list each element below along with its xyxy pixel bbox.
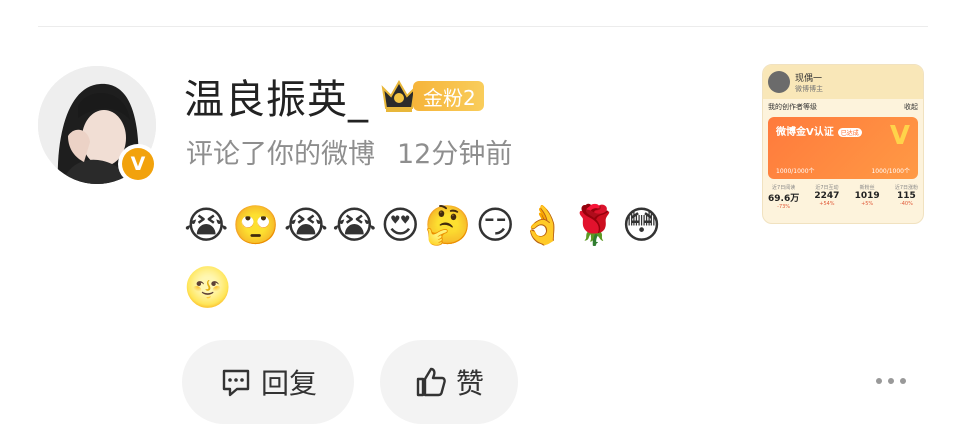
thumb-section-toggle: 收起 [904, 103, 918, 111]
comment-meta: 评论了你的微博 12分钟前 [186, 132, 512, 171]
emoji-line-1: 😭 🙄 😭 😭 😍 🤔 😏 👌 🌹 😳 [184, 202, 661, 248]
thumb-stat: 新粉丝 1019 +5% [854, 185, 880, 207]
loudly-crying-emoji: 😭 [184, 203, 229, 247]
thumb-stat: 近7日互动 2247 +54% [814, 185, 840, 207]
thumb-section: 我的创作者等级 收起 [763, 99, 923, 115]
more-options-icon[interactable] [876, 378, 906, 384]
thumb-gold-v-card: 微博金V认证 已达成 V 1000/1000个 1000/1000个 [768, 117, 918, 179]
comment-bubble-icon [222, 369, 250, 397]
eye-roll-emoji: 🙄 [232, 203, 280, 247]
comment-time: 12分钟前 [397, 139, 513, 170]
rose-emoji: 🌹 [570, 203, 618, 247]
thumb-stat: 近7日阅读 69.6万 -73% [768, 185, 800, 210]
verified-badge: V [118, 144, 158, 184]
verified-v-icon: V [122, 148, 154, 180]
fan-level-badge[interactable]: 金粉2 [413, 81, 484, 111]
comment-header: 温良振英_ 金粉2 [184, 67, 484, 125]
ok-hand-emoji: 👌 [519, 203, 567, 247]
heart-eyes-emoji: 😍 [380, 203, 421, 247]
like-button[interactable]: 赞 [380, 340, 518, 424]
reply-label: 回复 [260, 367, 317, 400]
attached-image-thumbnail[interactable]: 现偶一 微博博主 我的创作者等级 收起 微博金V认证 已达成 V 1000/100… [762, 64, 924, 224]
loudly-crying-emoji: 😭 [283, 203, 329, 247]
thumb-avatar [768, 71, 790, 93]
moon-face-emoji: 🌝 [184, 265, 232, 309]
like-label: 赞 [455, 367, 484, 400]
thumb-header: 现偶一 微博博主 [763, 65, 923, 99]
thumb-card-stat-left: 1000/1000个 [776, 168, 815, 175]
thumb-subtitle: 微博博主 [795, 84, 823, 93]
thumb-card-stat-right: 1000/1000个 [871, 168, 910, 175]
reply-button[interactable]: 回复 [182, 340, 354, 424]
emoji-line-2: 🌝 [184, 264, 231, 310]
username[interactable]: 温良振英_ [184, 67, 369, 125]
thumb-section-title: 我的创作者等级 [768, 103, 817, 111]
flushed-emoji: 😳 [621, 203, 662, 247]
loudly-crying-emoji: 😭 [332, 203, 377, 247]
thumb-stats: 近7日阅读 69.6万 -73% 近7日互动 2247 +54% 新粉丝 101… [763, 181, 923, 213]
thumb-username: 现偶一 [795, 73, 823, 84]
thumb-v-logo: V [889, 121, 910, 151]
thumb-card-title: 微博金V认证 [776, 127, 834, 138]
top-divider [38, 26, 928, 27]
comment-action-text: 评论了你的微博 [186, 139, 375, 170]
thumbs-up-icon [416, 367, 446, 397]
thumb-card-tag: 已达成 [837, 128, 862, 137]
smirk-emoji: 😏 [475, 203, 516, 247]
thumb-stat: 近7日涨粉 115 -40% [894, 185, 918, 207]
thinking-emoji: 🤔 [424, 203, 472, 247]
